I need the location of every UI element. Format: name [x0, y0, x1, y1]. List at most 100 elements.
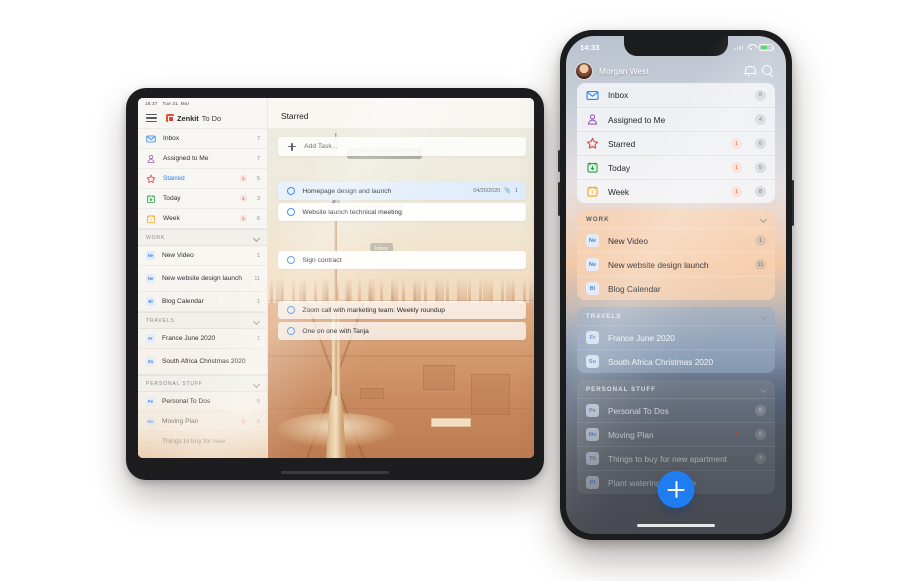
app-brand: Zenkit To Do: [166, 114, 221, 123]
checkbox-circle-icon[interactable]: [287, 207, 296, 217]
group-title: TRAVELS: [586, 312, 622, 320]
chevron-down-icon[interactable]: [253, 235, 259, 241]
sidebar-item-label: New Video: [162, 251, 194, 259]
page-title: Starred: [268, 98, 534, 129]
phone-item-assigned-to-me[interactable]: Assigned to Me 4: [577, 107, 775, 131]
checkbox-circle-icon[interactable]: [287, 326, 296, 336]
group-header-work[interactable]: WORK: [577, 210, 775, 228]
signal-icon: [734, 45, 743, 50]
avatar[interactable]: [576, 62, 592, 79]
phone-item-today[interactable]: Today 1 5: [577, 155, 775, 179]
phone-list-container: Inbox 8 Assigned to Me 4 Starred 1 6 Tod…: [566, 83, 786, 494]
group-title: PERSONAL STUFF: [146, 380, 203, 387]
sidebar-item-france-june-2020[interactable]: Fr France June 2020 1: [138, 329, 267, 349]
sidebar-item-assigned-to-me[interactable]: Assigned to Me 7: [138, 149, 267, 169]
task-row[interactable]: One on one with Tanja: [278, 322, 526, 340]
list-initial-badge: Ne: [586, 258, 599, 271]
status-badge: 1: [734, 431, 739, 438]
chevron-down-icon[interactable]: [253, 381, 259, 387]
phone-item-new-website-design-launch[interactable]: Ne New website design launch 11: [577, 252, 775, 276]
phone-item-personal-to-dos[interactable]: Pe Personal To Dos 5: [577, 398, 775, 422]
item-count: 1: [257, 252, 260, 259]
list-initial-badge: Ne: [146, 274, 155, 283]
phone-item-label: Things to buy for new apartment: [608, 453, 727, 464]
phone-item-label: Week: [608, 186, 630, 197]
phone-item-moving-plan[interactable]: Mo Moving Plan 1 6: [577, 422, 775, 446]
task-title: Zoom call with marketing team: Weekly ro…: [302, 306, 445, 314]
add-button[interactable]: [657, 471, 695, 508]
sidebar-item-south-africa-christmas-2020[interactable]: So South Africa Christmas 2020: [138, 349, 267, 375]
task-row[interactable]: Homepage design and launch 04/20/2020 📎 …: [278, 182, 526, 200]
phone-item-week[interactable]: 7 Week 1 8: [577, 179, 775, 203]
sidebar-item-week[interactable]: 7 Week 1 6: [138, 209, 267, 229]
status-date: Tue 31. Mar: [162, 100, 190, 106]
sidebar-group-work[interactable]: WORK: [138, 229, 267, 246]
phone-item-label: Starred: [608, 138, 636, 149]
add-task-placeholder: Add Task...: [304, 143, 338, 150]
list-initial-badge: Th: [586, 452, 599, 465]
item-count: 11: [754, 259, 766, 270]
sidebar-item-new-website-design-launch[interactable]: Ne New website design launch 11: [138, 266, 267, 292]
group-card-travels: TRAVELS Fr France June 2020 So South Afr…: [577, 307, 775, 373]
list-initial-badge: So: [146, 357, 155, 366]
phone-item-france-june-2020[interactable]: Fr France June 2020: [577, 325, 775, 349]
group-header-travels[interactable]: TRAVELS: [577, 307, 775, 325]
phone-item-inbox[interactable]: Inbox 8: [577, 83, 775, 107]
sidebar-item-personal-to-dos[interactable]: Pe Personal To Dos 5: [138, 392, 267, 412]
bell-icon[interactable]: [744, 65, 756, 78]
phone-item-label: South Africa Christmas 2020: [608, 356, 714, 367]
sidebar-item-label: France June 2020: [162, 334, 216, 342]
list-initial-badge: Pe: [146, 397, 155, 406]
phone-item-south-africa-christmas-2020[interactable]: So South Africa Christmas 2020: [577, 349, 775, 373]
phone-item-label: Personal To Dos: [608, 405, 669, 416]
phone-item-blog-calendar[interactable]: Bl Blog Calendar: [577, 276, 775, 300]
item-count: 8: [755, 89, 766, 101]
sidebar-item-label: Assigned to Me: [163, 154, 209, 162]
checkbox-circle-icon[interactable]: [287, 255, 296, 265]
phone-item-label: Moving Plan: [608, 429, 654, 440]
phone-screen: 14:33 Morgan West Inbox 8 Assigned to Me…: [566, 36, 786, 534]
phone-item-label: Blog Calendar: [608, 283, 661, 294]
calendar-week-icon: 7: [586, 185, 599, 198]
checkbox-circle-icon[interactable]: [287, 305, 296, 315]
phone-item-things-to-buy-for-new-apartment[interactable]: Th Things to buy for new apartment 7: [577, 446, 775, 470]
status-badge: 1: [239, 214, 247, 223]
chevron-down-icon[interactable]: [253, 318, 259, 324]
scene: New website design launch Moving Plan In…: [0, 0, 900, 581]
checkbox-circle-icon[interactable]: [287, 186, 296, 196]
sidebar-item-blog-calendar[interactable]: Bl Blog Calendar 1: [138, 292, 267, 312]
status-badge: 1: [731, 138, 742, 149]
item-count: 5: [257, 175, 260, 182]
item-count: 1: [257, 335, 260, 342]
task-row[interactable]: Zoom call with marketing team: Weekly ro…: [278, 301, 526, 319]
chevron-down-icon[interactable]: [760, 386, 766, 392]
phone-item-new-video[interactable]: Ne New Video 1: [577, 228, 775, 252]
group-header-personal-stuff[interactable]: PERSONAL STUFF: [577, 380, 775, 398]
item-count: 7: [257, 135, 260, 142]
sidebar-item-label: Week: [163, 214, 180, 222]
sidebar-item-starred[interactable]: Starred 1 5: [138, 169, 267, 189]
sidebar-item-moving-plan[interactable]: Mo Moving Plan 1 6: [138, 412, 267, 432]
paperclip-icon: 📎: [504, 188, 511, 194]
sidebar-item-things-to-buy[interactable]: Th Things to buy for new: [138, 432, 267, 452]
plus-icon: [667, 481, 685, 498]
chevron-down-icon[interactable]: [760, 216, 766, 222]
brand-name: Zenkit: [177, 113, 199, 123]
sidebar-group-travels[interactable]: TRAVELS: [138, 312, 267, 329]
sidebar-item-inbox[interactable]: Inbox 7: [138, 129, 267, 149]
task-row[interactable]: Website launch technical meeting: [278, 203, 526, 221]
person-icon: [146, 154, 156, 164]
list-initial-badge: Fr: [586, 331, 599, 344]
sidebar-item-new-video[interactable]: Ne New Video 1: [138, 246, 267, 266]
chevron-down-icon[interactable]: [760, 313, 766, 319]
sidebar-item-today[interactable]: Today 1 3: [138, 189, 267, 209]
tablet-home-indicator: [281, 471, 389, 474]
search-icon[interactable]: [762, 64, 774, 77]
phone-device: 14:33 Morgan West Inbox 8 Assigned to Me…: [558, 30, 794, 540]
add-task-input[interactable]: Add Task...: [278, 137, 526, 156]
tablet-status-bar: 16:37 Tue 31. Mar: [138, 98, 267, 108]
task-row[interactable]: Sign contract: [278, 251, 526, 269]
hamburger-menu-icon[interactable]: [146, 114, 157, 122]
phone-item-starred[interactable]: Starred 1 6: [577, 131, 775, 155]
sidebar-group-personal-stuff[interactable]: PERSONAL STUFF: [138, 375, 267, 392]
